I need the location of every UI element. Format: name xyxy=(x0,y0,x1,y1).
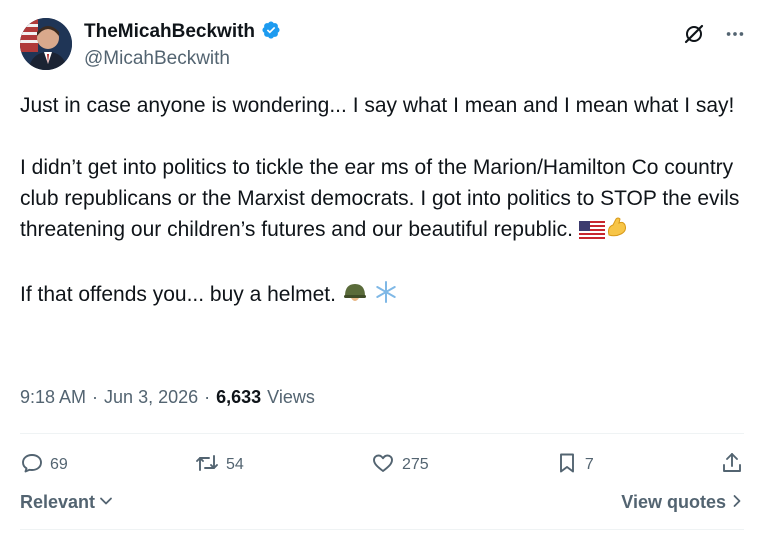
share-button[interactable] xyxy=(720,451,744,480)
repost-button[interactable]: 54 xyxy=(194,451,244,480)
view-quotes-link[interactable]: View quotes xyxy=(621,492,744,513)
like-icon xyxy=(370,451,396,480)
view-quotes-label: View quotes xyxy=(621,492,726,512)
verified-icon xyxy=(261,20,281,45)
avatar-image xyxy=(20,18,72,70)
like-button[interactable]: 275 xyxy=(370,451,429,480)
top-actions xyxy=(682,22,746,51)
more-icon[interactable] xyxy=(724,23,746,50)
divider xyxy=(20,433,744,434)
tweet-text: Just in case anyone is wondering... I sa… xyxy=(20,90,740,313)
like-count: 275 xyxy=(401,456,429,473)
tweet-paragraph-2: I didn’t get into politics to tickle the… xyxy=(20,156,746,241)
reply-count: 69 xyxy=(50,456,68,473)
display-name-row: TheMicahBeckwith xyxy=(84,18,281,46)
bookmark-icon xyxy=(555,451,579,480)
views-count: 6,633 xyxy=(216,387,262,407)
sort-replies-button[interactable]: Relevant xyxy=(20,492,113,513)
bookmark-button[interactable]: 7 xyxy=(555,451,594,480)
avatar[interactable] xyxy=(20,18,72,70)
divider xyxy=(20,529,744,530)
author-handle[interactable]: @MicahBeckwith xyxy=(84,48,281,70)
replies-controls: Relevant View quotes xyxy=(20,492,744,513)
flexed-biceps-emoji xyxy=(605,215,629,248)
action-bar: 69 54 275 7 xyxy=(20,450,744,480)
us-flag-emoji xyxy=(578,217,605,248)
author-names: TheMicahBeckwith @MicahBeckwith xyxy=(84,18,281,70)
grok-icon[interactable] xyxy=(682,22,706,51)
share-icon xyxy=(720,451,744,480)
tweet-date[interactable]: Jun 3, 2026 xyxy=(104,387,198,408)
tweet-time[interactable]: 9:18 AM xyxy=(20,387,86,408)
meta-separator: · xyxy=(92,387,99,407)
reply-button[interactable]: 69 xyxy=(20,451,68,480)
tweet-header: TheMicahBeckwith @MicahBeckwith xyxy=(20,16,750,76)
bookmark-count: 7 xyxy=(584,456,594,473)
snowflake-emoji xyxy=(374,280,398,313)
tweet-paragraph-3: If that offends you... buy a helmet. xyxy=(20,283,336,306)
meta-separator: · xyxy=(204,387,211,407)
chevron-down-icon xyxy=(99,492,113,513)
repost-count: 54 xyxy=(225,456,244,473)
reply-icon xyxy=(20,451,44,480)
military-helmet-emoji xyxy=(342,280,368,313)
sort-label: Relevant xyxy=(20,492,96,512)
tweet-meta: 9:18 AM · Jun 3, 2026 · 6,633 Views xyxy=(20,387,315,408)
views-label: Views xyxy=(267,387,315,407)
chevron-right-icon xyxy=(730,492,744,513)
tweet-line-1: Just in case anyone is wondering... I sa… xyxy=(20,94,735,117)
display-name[interactable]: TheMicahBeckwith xyxy=(84,21,255,43)
repost-icon xyxy=(194,451,220,480)
